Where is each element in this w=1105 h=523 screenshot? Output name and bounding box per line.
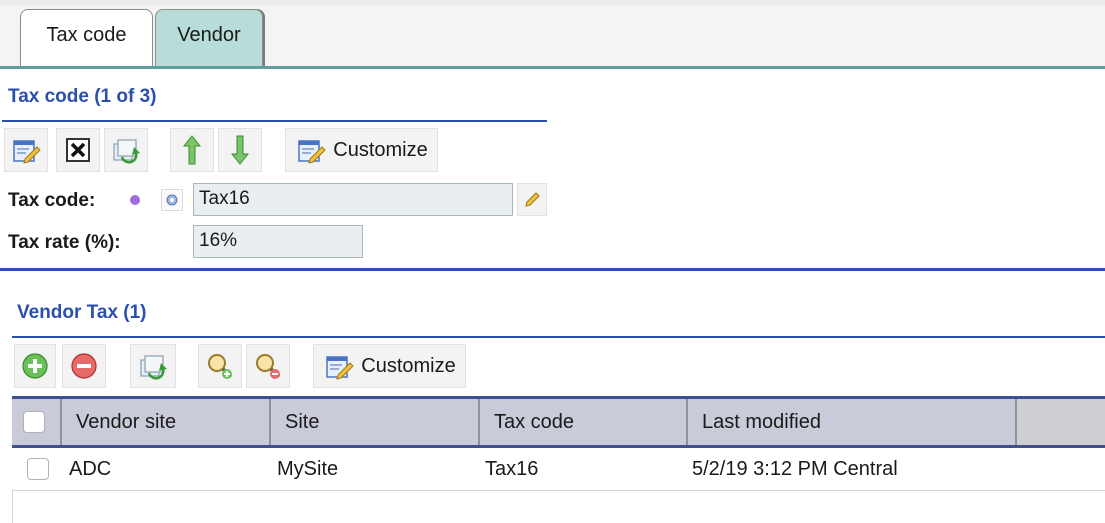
column-header-label: Vendor site <box>76 410 177 433</box>
column-header-label: Site <box>285 410 320 433</box>
add-icon <box>22 353 48 379</box>
section-rule <box>2 120 547 122</box>
column-header-tax-code[interactable]: Tax code <box>480 399 688 445</box>
customize-label: Customize <box>333 138 428 161</box>
table-row[interactable]: ADC MySite Tax16 5/2/19 3:12 PM Central <box>12 448 1105 491</box>
zoom-in-button[interactable] <box>198 344 242 388</box>
tax-code-label: Tax code: <box>8 190 96 211</box>
lookup-button[interactable] <box>161 189 183 211</box>
move-up-button[interactable] <box>170 128 214 172</box>
zoom-out-button[interactable] <box>246 344 290 388</box>
lookup-icon <box>166 194 178 206</box>
edit-value-button[interactable] <box>517 183 547 216</box>
customize-label: Customize <box>361 354 456 377</box>
zoom-out-icon <box>256 354 281 379</box>
cell-vendor-site: ADC <box>69 458 112 480</box>
add-button[interactable] <box>14 344 56 388</box>
refresh-icon <box>113 139 140 164</box>
arrow-down-icon <box>230 135 250 165</box>
select-all-checkbox[interactable] <box>23 411 45 433</box>
column-header-label: Tax code <box>494 410 575 433</box>
section-divider <box>0 268 1105 271</box>
remove-button[interactable] <box>62 344 106 388</box>
tax-code-field[interactable]: Tax16 <box>193 183 513 216</box>
cell-last-modified: 5/2/19 3:12 PM Central <box>692 458 898 480</box>
customize-button[interactable]: Customize <box>285 128 438 172</box>
cell-tax-code: Tax16 <box>485 458 539 480</box>
tab-label: Tax code <box>46 24 127 46</box>
tab-tax-code[interactable]: Tax code <box>20 9 153 67</box>
grid-border <box>12 491 13 523</box>
refresh-button[interactable] <box>104 128 148 172</box>
tab-underline <box>0 66 1105 69</box>
required-indicator <box>130 195 140 205</box>
delete-button[interactable] <box>56 128 100 172</box>
tab-label: Vendor <box>177 24 241 46</box>
delete-icon <box>66 138 90 162</box>
row-checkbox[interactable] <box>27 458 49 480</box>
tax-rate-label: Tax rate (%): <box>8 232 121 253</box>
refresh-icon <box>140 355 167 380</box>
refresh-button[interactable] <box>130 344 176 388</box>
tax-code-section-title: Tax code (1 of 3) <box>8 86 157 107</box>
move-down-button[interactable] <box>218 128 262 172</box>
select-all-cell <box>12 399 62 445</box>
customize-icon <box>298 140 326 164</box>
edit-form-icon <box>13 140 41 164</box>
column-header-label: Last modified <box>702 410 821 433</box>
section-rule <box>12 336 1105 338</box>
vendor-tax-section-title: Vendor Tax (1) <box>17 302 147 323</box>
customize-button[interactable]: Customize <box>313 344 466 388</box>
tab-vendor[interactable]: Vendor <box>155 9 263 67</box>
edit-form-button[interactable] <box>4 128 48 172</box>
tax-rate-value: 16% <box>199 230 238 251</box>
pencil-icon <box>525 191 540 207</box>
zoom-in-icon <box>208 354 233 379</box>
column-header-vendor-site[interactable]: Vendor site <box>62 399 271 445</box>
remove-icon <box>71 353 97 379</box>
column-header-site[interactable]: Site <box>271 399 480 445</box>
column-header-last-modified[interactable]: Last modified <box>688 399 1017 445</box>
header-filler <box>1017 399 1105 445</box>
arrow-up-icon <box>182 135 202 165</box>
grid-header: Vendor site Site Tax code Last modified <box>12 396 1105 448</box>
app-window: Tax code Vendor Tax code (1 of 3) Custom… <box>0 0 1105 523</box>
customize-icon <box>326 356 354 380</box>
tax-code-value: Tax16 <box>199 188 250 209</box>
tax-rate-field[interactable]: 16% <box>193 225 363 258</box>
cell-site: MySite <box>277 458 339 480</box>
